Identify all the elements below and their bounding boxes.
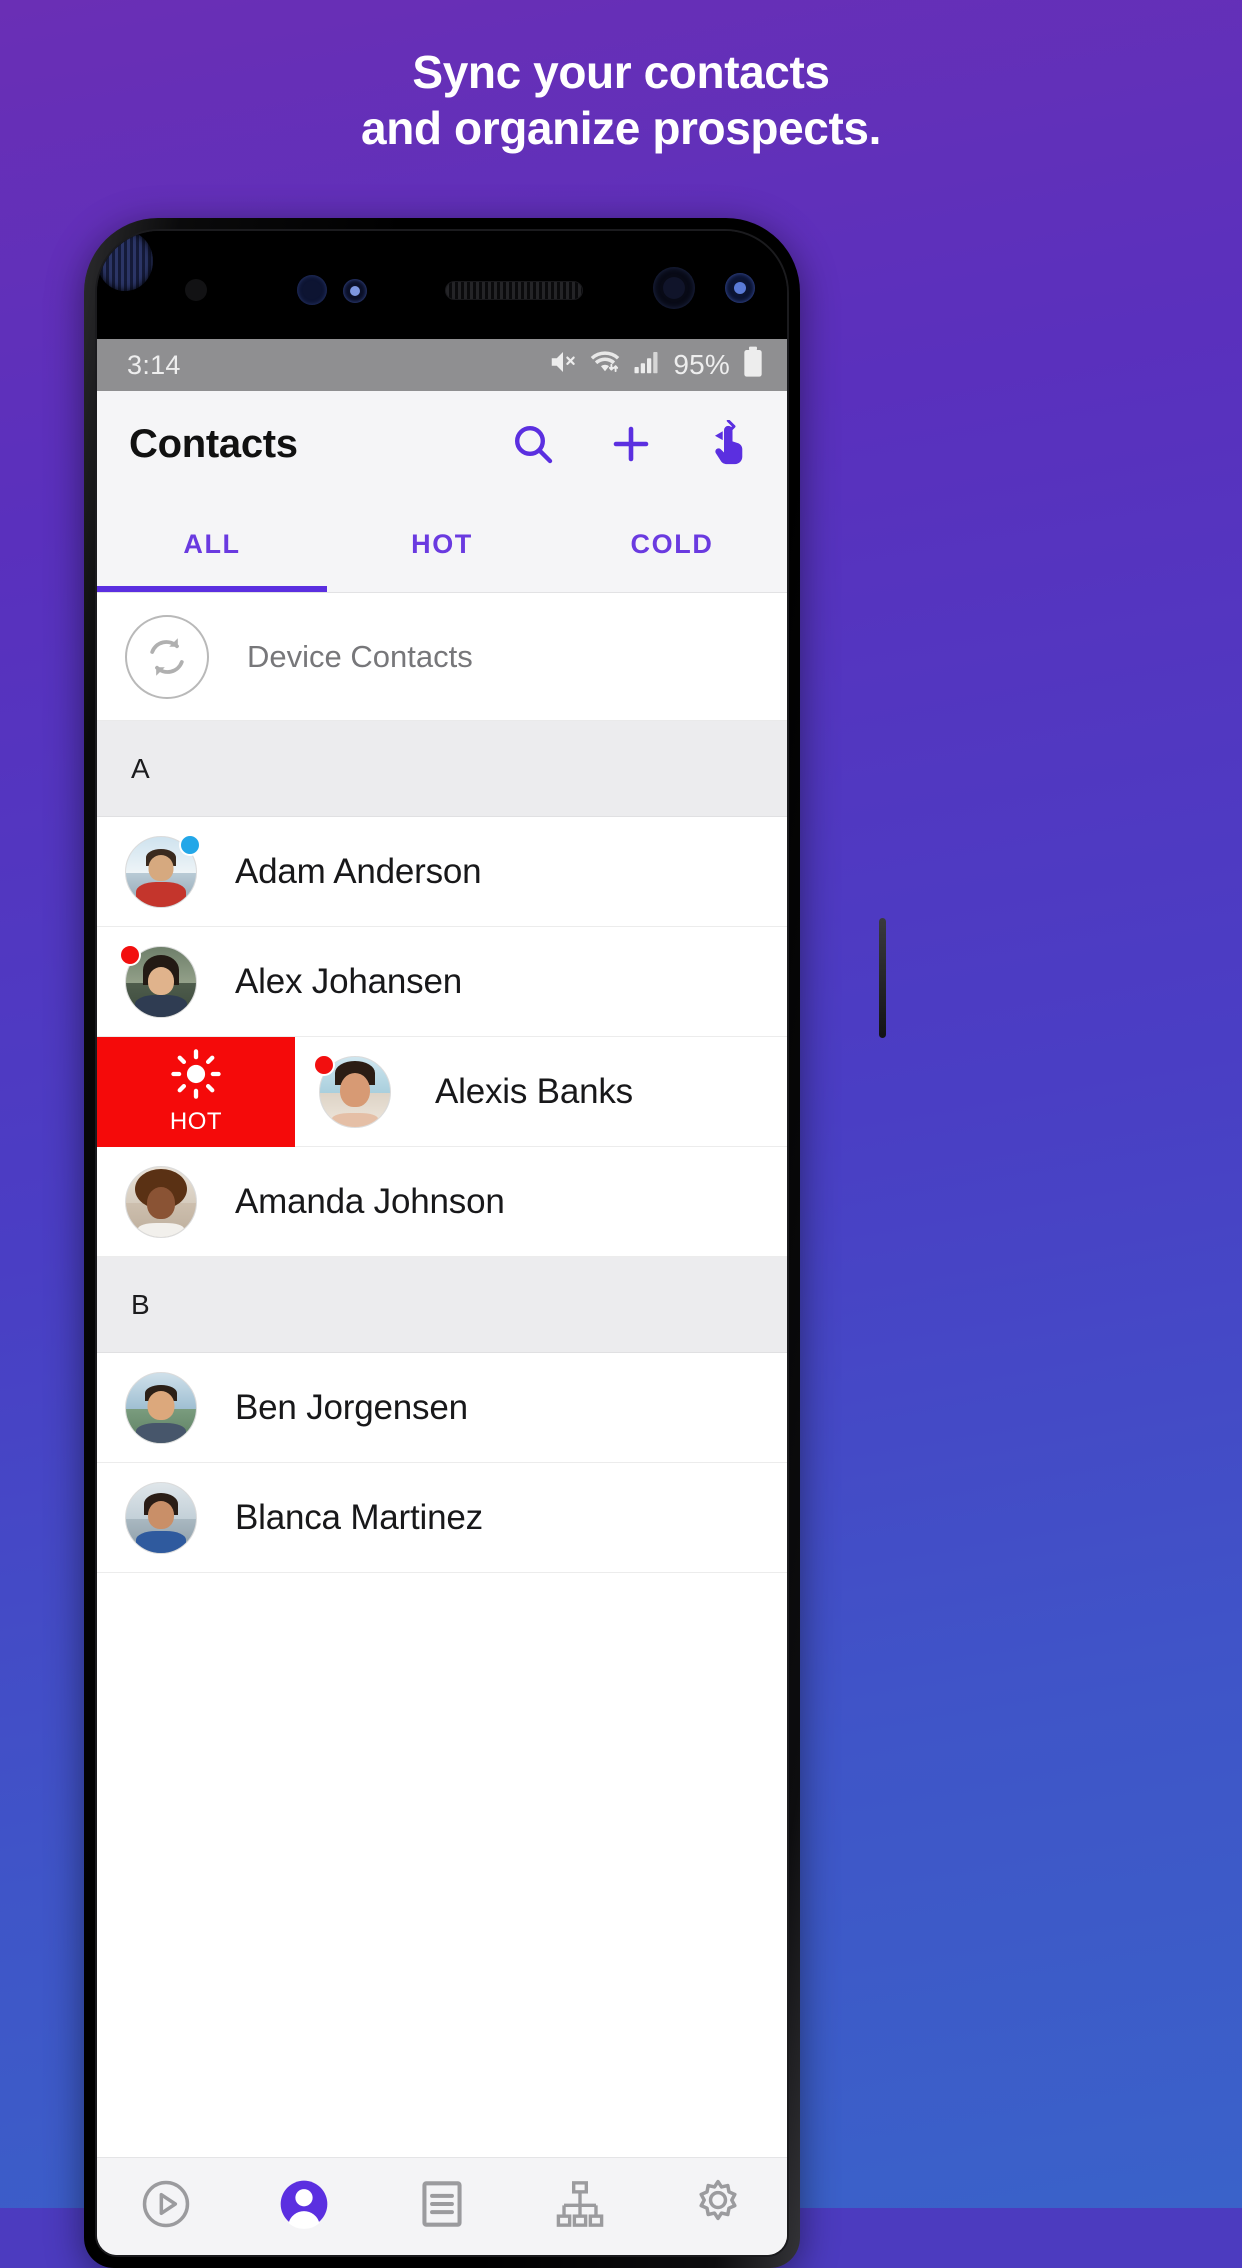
swipe-hot-action-button[interactable]: HOT xyxy=(97,1036,295,1147)
bottom-navigation-bar xyxy=(97,2157,787,2255)
list-icon xyxy=(415,2177,469,2236)
play-circle-icon xyxy=(138,2176,194,2237)
status-bar: 3:14 95% xyxy=(97,339,787,391)
wifi-icon xyxy=(589,347,621,384)
headline-line-1: Sync your contacts xyxy=(412,46,830,98)
promo-headline: Sync your contacts and organize prospect… xyxy=(0,44,1242,156)
phone-screen-frame: 3:14 95% Contacts ALL HOT COLD Device Co… xyxy=(95,229,789,2257)
avatar xyxy=(125,1165,197,1238)
phone-sensor-strip xyxy=(97,231,787,339)
avatar xyxy=(125,833,201,908)
nav-item-play[interactable] xyxy=(97,2176,235,2237)
proximity-sensor-icon xyxy=(185,279,207,301)
contact-name: Alex Johansen xyxy=(235,961,463,1001)
nav-item-contacts[interactable] xyxy=(235,2176,373,2237)
battery-icon xyxy=(741,346,765,385)
light-sensor-icon xyxy=(297,275,327,305)
nav-item-settings[interactable] xyxy=(649,2176,787,2237)
status-time: 3:14 xyxy=(127,349,181,380)
contact-row[interactable]: Blanca Martinez xyxy=(97,1463,787,1573)
earpiece-speaker-icon xyxy=(445,281,583,300)
power-button[interactable] xyxy=(879,918,886,1038)
add-icon[interactable] xyxy=(605,418,657,470)
contact-name: Alexis Banks xyxy=(435,1071,633,1111)
tab-all[interactable]: ALL xyxy=(97,497,327,592)
tab-active-indicator xyxy=(97,586,327,592)
section-header-a: A xyxy=(97,721,787,817)
swipe-hand-icon[interactable] xyxy=(703,418,755,470)
contact-name: Ben Jorgensen xyxy=(235,1387,468,1427)
nav-item-list[interactable] xyxy=(373,2177,511,2236)
app-bar-actions xyxy=(507,418,761,470)
contact-row[interactable]: Alex Johansen xyxy=(97,927,787,1037)
contact-name: Amanda Johnson xyxy=(235,1181,505,1221)
sync-icon xyxy=(125,614,209,699)
swipe-hot-action-label: HOT xyxy=(169,1107,223,1135)
phone-mockup: 3:14 95% Contacts ALL HOT COLD Device Co… xyxy=(84,218,886,2268)
person-icon xyxy=(276,2176,332,2237)
avatar xyxy=(125,1371,197,1444)
signal-icon xyxy=(632,347,662,384)
device-contacts-row[interactable]: Device Contacts xyxy=(97,593,787,721)
gear-icon xyxy=(690,2176,746,2237)
status-icons: 95% xyxy=(548,346,765,385)
battery-percentage: 95% xyxy=(673,349,730,380)
tab-cold[interactable]: COLD xyxy=(557,497,787,592)
contact-name: Adam Anderson xyxy=(235,851,482,891)
tab-hot[interactable]: HOT xyxy=(327,497,557,592)
page-title: Contacts xyxy=(129,421,298,466)
avatar xyxy=(313,1053,391,1128)
avatar xyxy=(119,943,197,1018)
tab-bar: ALL HOT COLD xyxy=(97,497,787,593)
status-badge xyxy=(119,943,141,966)
avatar xyxy=(125,1481,197,1554)
section-header-b: B xyxy=(97,1257,787,1353)
headline-line-2: and organize prospects. xyxy=(361,102,881,155)
device-contacts-label: Device Contacts xyxy=(247,638,473,674)
status-badge xyxy=(313,1053,335,1076)
contact-row[interactable]: Amanda Johnson xyxy=(97,1147,787,1257)
contact-row[interactable]: Ben Jorgensen xyxy=(97,1353,787,1463)
iris-scanner-icon xyxy=(97,231,153,291)
contact-name: Blanca Martinez xyxy=(235,1497,483,1537)
search-icon[interactable] xyxy=(507,418,559,470)
hierarchy-icon xyxy=(553,2177,607,2236)
contact-row[interactable]: Adam Anderson xyxy=(97,817,787,927)
ir-sensor-icon xyxy=(343,279,367,303)
secondary-camera-icon xyxy=(725,273,755,303)
app-screen: 3:14 95% Contacts ALL HOT COLD Device Co… xyxy=(97,339,787,2255)
app-bar: Contacts xyxy=(97,391,787,497)
sun-icon xyxy=(170,1048,222,1105)
mute-icon xyxy=(548,347,578,384)
status-badge xyxy=(179,833,201,856)
front-camera-icon xyxy=(653,267,695,309)
nav-item-hierarchy[interactable] xyxy=(511,2177,649,2236)
contact-row[interactable]: HOT Alexis Banks xyxy=(97,1036,787,1147)
